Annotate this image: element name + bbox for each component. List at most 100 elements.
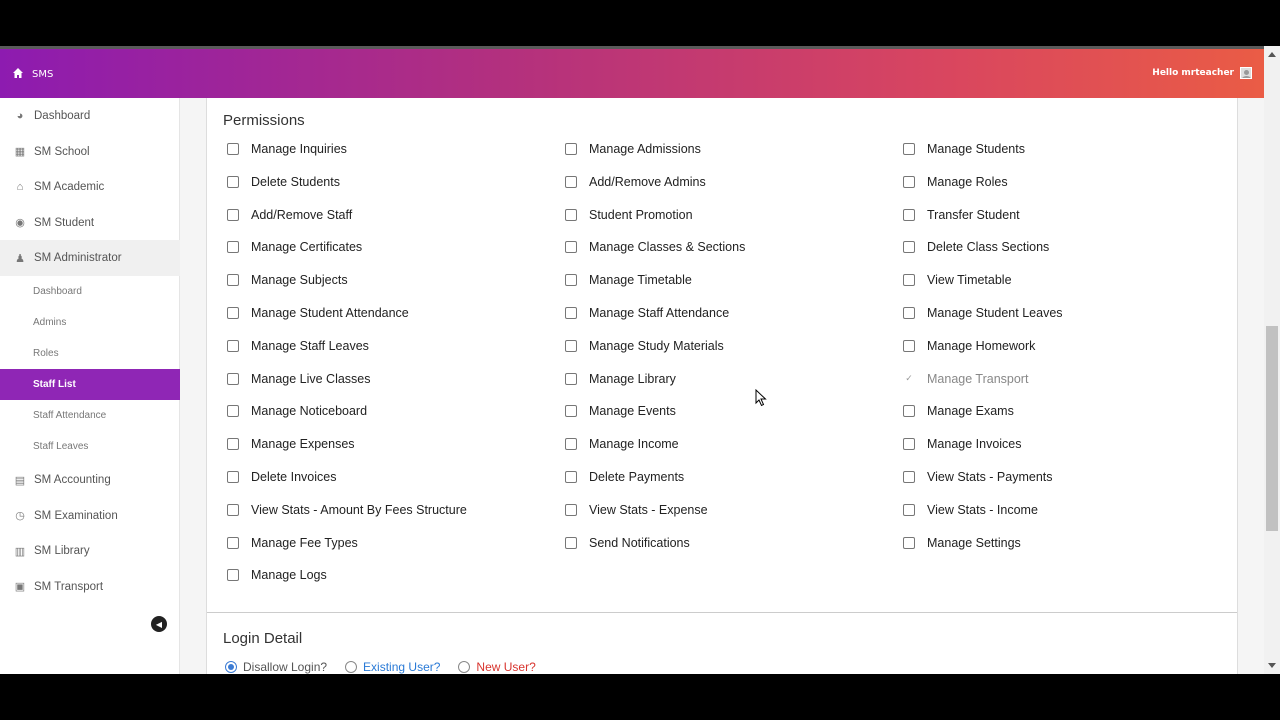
permission-manage-logs[interactable]: Manage Logs <box>227 568 327 582</box>
checkbox[interactable] <box>227 175 239 188</box>
sidebar-subitem-admins[interactable]: Admins <box>0 307 180 338</box>
permission-manage-homework[interactable]: Manage Homework <box>903 339 1035 353</box>
permission-manage-student-attendance[interactable]: Manage Student Attendance <box>227 306 409 320</box>
permission-manage-invoices[interactable]: Manage Invoices <box>903 437 1022 451</box>
checkbox[interactable] <box>227 405 239 418</box>
checkbox[interactable] <box>565 405 577 418</box>
permission-manage-noticeboard[interactable]: Manage Noticeboard <box>227 404 367 418</box>
sidebar-item-sm-examination[interactable]: ◷ SM Examination <box>0 498 180 534</box>
sidebar-subitem-dashboard[interactable]: Dashboard <box>0 276 180 307</box>
permission-manage-settings[interactable]: Manage Settings <box>903 536 1021 550</box>
collapse-sidebar-icon[interactable]: ◀ <box>151 616 167 632</box>
checkbox-checked[interactable]: ✓ <box>903 372 915 385</box>
checkbox[interactable] <box>903 143 915 155</box>
checkbox[interactable] <box>565 307 577 319</box>
user-menu[interactable]: Hello mrteacher <box>1152 67 1252 79</box>
checkbox[interactable] <box>227 372 239 385</box>
radio-label[interactable]: Existing User? <box>363 660 440 674</box>
checkbox[interactable] <box>565 208 577 221</box>
checkbox[interactable] <box>565 372 577 385</box>
permission-add-remove-admins[interactable]: Add/Remove Admins <box>565 175 706 189</box>
permission-manage-library[interactable]: Manage Library <box>565 372 676 386</box>
checkbox[interactable] <box>227 536 239 549</box>
permission-delete-class-sections[interactable]: Delete Class Sections <box>903 240 1049 254</box>
sidebar-item-sm-accounting[interactable]: ▤ SM Accounting <box>0 462 180 498</box>
checkbox[interactable] <box>903 405 915 418</box>
sidebar-item-dashboard[interactable]: ◕ Dashboard <box>0 98 180 134</box>
checkbox[interactable] <box>903 307 915 319</box>
permission-manage-students[interactable]: Manage Students <box>903 142 1025 156</box>
sidebar-item-sm-administrator[interactable]: ♟ SM Administrator <box>0 240 180 277</box>
sidebar-subitem-staff-leaves[interactable]: Staff Leaves <box>0 431 180 462</box>
permission-view-stats-amount-by-fees-structure[interactable]: View Stats - Amount By Fees Structure <box>227 503 467 517</box>
sidebar-subitem-roles[interactable]: Roles <box>0 338 180 369</box>
permission-view-timetable[interactable]: View Timetable <box>903 273 1012 287</box>
permission-manage-certificates[interactable]: Manage Certificates <box>227 240 362 254</box>
checkbox[interactable] <box>227 143 239 155</box>
checkbox[interactable] <box>903 536 915 549</box>
sidebar-subitem-staff-list[interactable]: Staff List <box>0 369 180 400</box>
checkbox[interactable] <box>565 274 577 287</box>
checkbox[interactable] <box>903 438 915 451</box>
permission-manage-timetable[interactable]: Manage Timetable <box>565 273 692 287</box>
checkbox[interactable] <box>903 503 915 516</box>
checkbox[interactable] <box>565 339 577 352</box>
permission-add-remove-staff[interactable]: Add/Remove Staff <box>227 208 352 222</box>
checkbox[interactable] <box>903 175 915 188</box>
sidebar-item-sm-academic[interactable]: ⌂ SM Academic <box>0 169 180 205</box>
permission-delete-invoices[interactable]: Delete Invoices <box>227 470 336 484</box>
checkbox[interactable] <box>565 438 577 451</box>
checkbox[interactable] <box>903 471 915 483</box>
permission-student-promotion[interactable]: Student Promotion <box>565 208 693 222</box>
checkbox[interactable] <box>903 241 915 254</box>
checkbox[interactable] <box>227 274 239 287</box>
checkbox[interactable] <box>227 438 239 451</box>
sidebar-subitem-staff-attendance[interactable]: Staff Attendance <box>0 400 180 431</box>
radio-new-user-[interactable] <box>458 661 471 673</box>
permission-view-stats-payments[interactable]: View Stats - Payments <box>903 470 1053 484</box>
permission-manage-exams[interactable]: Manage Exams <box>903 404 1014 418</box>
sidebar-item-sm-library[interactable]: ▥ SM Library <box>0 533 180 569</box>
permission-manage-subjects[interactable]: Manage Subjects <box>227 273 348 287</box>
permission-manage-inquiries[interactable]: Manage Inquiries <box>227 142 347 156</box>
permission-manage-transport[interactable]: ✓ Manage Transport <box>903 372 1028 386</box>
checkbox[interactable] <box>565 241 577 254</box>
permission-delete-students[interactable]: Delete Students <box>227 175 340 189</box>
permission-manage-fee-types[interactable]: Manage Fee Types <box>227 536 358 550</box>
checkbox[interactable] <box>227 471 239 483</box>
permission-manage-roles[interactable]: Manage Roles <box>903 175 1008 189</box>
sidebar-item-sm-school[interactable]: ▦ SM School <box>0 134 180 170</box>
checkbox[interactable] <box>227 503 239 516</box>
permission-send-notifications[interactable]: Send Notifications <box>565 536 690 550</box>
checkbox[interactable] <box>565 143 577 155</box>
permission-delete-payments[interactable]: Delete Payments <box>565 470 684 484</box>
permission-manage-staff-leaves[interactable]: Manage Staff Leaves <box>227 339 369 353</box>
permission-manage-admissions[interactable]: Manage Admissions <box>565 142 701 156</box>
scroll-up-icon[interactable] <box>1268 52 1276 57</box>
checkbox[interactable] <box>227 241 239 254</box>
radio-disallow-login-[interactable] <box>225 661 237 673</box>
permission-view-stats-income[interactable]: View Stats - Income <box>903 503 1038 517</box>
checkbox[interactable] <box>227 208 239 221</box>
scroll-thumb[interactable] <box>1266 326 1278 531</box>
permission-manage-staff-attendance[interactable]: Manage Staff Attendance <box>565 306 729 320</box>
page-scrollbar[interactable] <box>1264 46 1280 674</box>
permission-view-stats-expense[interactable]: View Stats - Expense <box>565 503 708 517</box>
checkbox[interactable] <box>227 339 239 352</box>
checkbox[interactable] <box>227 569 239 582</box>
scroll-down-icon[interactable] <box>1268 663 1276 668</box>
permission-manage-live-classes[interactable]: Manage Live Classes <box>227 372 371 386</box>
permission-manage-student-leaves[interactable]: Manage Student Leaves <box>903 306 1063 320</box>
checkbox[interactable] <box>903 208 915 221</box>
checkbox[interactable] <box>227 307 239 319</box>
checkbox[interactable] <box>903 339 915 352</box>
permission-manage-study-materials[interactable]: Manage Study Materials <box>565 339 724 353</box>
sidebar-item-sm-transport[interactable]: ▣ SM Transport <box>0 569 180 605</box>
permission-manage-events[interactable]: Manage Events <box>565 404 676 418</box>
checkbox[interactable] <box>565 175 577 188</box>
permission-transfer-student[interactable]: Transfer Student <box>903 208 1020 222</box>
checkbox[interactable] <box>903 274 915 287</box>
radio-label[interactable]: New User? <box>476 660 535 674</box>
checkbox[interactable] <box>565 471 577 483</box>
radio-label[interactable]: Disallow Login? <box>243 660 327 674</box>
